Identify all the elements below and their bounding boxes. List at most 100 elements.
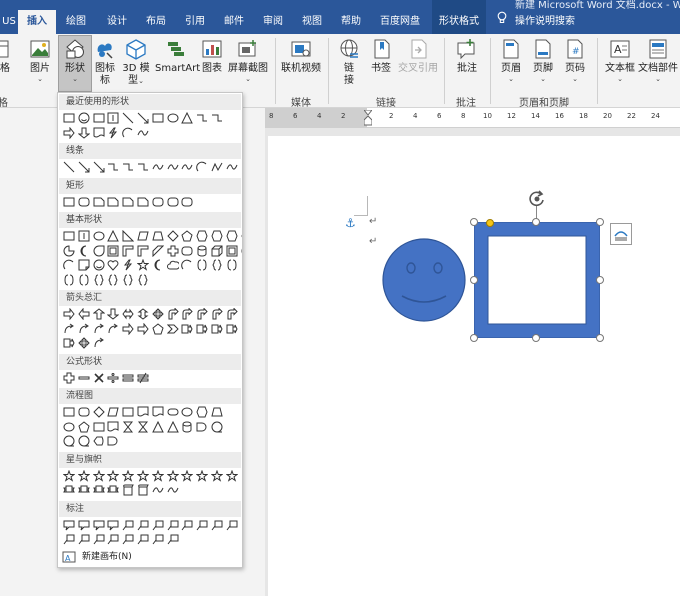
shape-line-icon[interactable] — [62, 161, 77, 173]
shape-lshape-icon[interactable] — [136, 245, 151, 257]
shape-hex-icon[interactable] — [195, 406, 210, 418]
shape-smiley-icon[interactable] — [77, 112, 92, 124]
shape-moon-icon[interactable] — [151, 259, 166, 271]
shape-arrow-r-icon[interactable] — [62, 308, 77, 320]
shapes-button[interactable]: 形状 ⌄ — [58, 35, 92, 92]
resize-handle-bottom[interactable] — [532, 334, 540, 342]
shape-callout-icon[interactable] — [62, 519, 77, 531]
shape-star-icon[interactable] — [166, 469, 181, 482]
shape-linecallout-icon[interactable] — [77, 533, 92, 545]
indent-marker[interactable] — [364, 110, 372, 126]
shape-arrow-d-icon[interactable] — [77, 127, 92, 139]
resize-handle-top-right[interactable] — [596, 218, 604, 226]
header-button[interactable]: 页眉 ⌄ — [496, 36, 526, 92]
tell-me-search[interactable]: 操作说明搜索 — [497, 10, 575, 34]
shape-linecallout-icon[interactable] — [136, 519, 151, 531]
shape-curved-icon[interactable] — [92, 323, 107, 335]
shape-linecallout-icon[interactable] — [62, 533, 77, 545]
pictures-button[interactable]: 图片 ⌄ — [23, 36, 57, 92]
shape-brace-icon[interactable] — [136, 274, 151, 286]
shape-minus-icon[interactable] — [77, 372, 92, 384]
resize-handle-top[interactable] — [532, 218, 540, 226]
shape-star-icon[interactable] — [151, 469, 166, 482]
frame-shape[interactable] — [474, 222, 600, 338]
shape-pentagon-icon[interactable] — [151, 322, 166, 335]
shape-curve-icon[interactable] — [180, 161, 195, 173]
shape-ribbon-icon[interactable] — [106, 484, 121, 496]
resize-handle-bottom-right[interactable] — [596, 334, 604, 342]
shape-bracket-icon[interactable] — [195, 259, 210, 271]
shape-linecallout-icon[interactable] — [121, 519, 136, 531]
shape-blockarc-icon[interactable] — [62, 259, 77, 271]
tab-shape-format[interactable]: 形状格式 — [432, 10, 486, 34]
shape-linecallout-icon[interactable] — [225, 519, 240, 531]
shape-smiley-icon[interactable] — [92, 259, 107, 271]
shape-linecallout-icon[interactable] — [151, 519, 166, 531]
shape-linecallout-icon[interactable] — [121, 533, 136, 545]
shape-ribbon-icon[interactable] — [92, 484, 107, 496]
shape-callout-l-icon[interactable] — [210, 323, 225, 335]
online-video-button[interactable]: 联机视频 — [281, 36, 321, 92]
shape-arrow-d-icon[interactable] — [106, 308, 121, 320]
shape-callout-d-icon[interactable] — [195, 323, 210, 335]
shape-mag-icon[interactable] — [62, 435, 77, 447]
shape-scroll-icon[interactable] — [136, 484, 151, 496]
shape-linecallout-icon[interactable] — [210, 519, 225, 531]
shape-tear-icon[interactable] — [92, 245, 107, 257]
tab-partial-us[interactable]: US — [0, 10, 18, 34]
shape-elbow-icon[interactable] — [136, 161, 151, 173]
shape-para-icon[interactable] — [106, 406, 121, 418]
shape-cloud-icon[interactable] — [166, 259, 181, 271]
shape-brace-icon[interactable] — [121, 274, 136, 286]
shape-delay-icon[interactable] — [195, 421, 210, 433]
shape-star-icon[interactable] — [180, 469, 195, 482]
horizontal-ruler[interactable]: 8 6 4 2 2 4 6 8 10 12 14 16 18 20 22 24 — [265, 108, 680, 128]
shape-plaque-icon[interactable] — [180, 245, 195, 257]
textbox-button[interactable]: A 文本框 ⌄ — [603, 36, 637, 92]
shape-rect-icon[interactable] — [92, 421, 107, 433]
document-page[interactable] — [268, 136, 680, 596]
new-canvas-item[interactable]: A 新建画布(N) — [62, 549, 132, 565]
shape-chord-icon[interactable] — [77, 245, 92, 257]
shape-cube-icon[interactable] — [210, 245, 225, 257]
shape-mult-icon[interactable] — [92, 372, 107, 384]
shape-hept-icon[interactable] — [210, 230, 225, 242]
shape-linecallout-icon[interactable] — [195, 519, 210, 531]
shape-notched-icon[interactable] — [136, 322, 151, 335]
link-button[interactable]: 链 接 — [334, 36, 364, 92]
shape-pent-icon[interactable] — [180, 230, 195, 242]
shape-snip-icon[interactable] — [106, 196, 121, 208]
bookmark-button[interactable]: 书签 — [366, 36, 396, 92]
shape-flowdoc-icon[interactable] — [92, 127, 107, 139]
shape-fold-icon[interactable] — [77, 259, 92, 271]
shape-frame-icon[interactable] — [106, 245, 121, 257]
shape-circular-icon[interactable] — [92, 337, 107, 349]
shape-oval-icon[interactable] — [62, 421, 77, 433]
shape-sun-icon[interactable] — [136, 259, 151, 271]
shape-arrow-lr-icon[interactable] — [121, 308, 136, 320]
shape-uturn-icon[interactable] — [195, 308, 210, 320]
shape-callout-u-icon[interactable] — [225, 323, 240, 335]
shape-store-icon[interactable] — [180, 421, 195, 433]
rotate-icon[interactable] — [528, 190, 546, 208]
tab-baidu-netdisk[interactable]: 百度网盘 — [370, 10, 430, 34]
shape-heart-icon[interactable] — [106, 259, 121, 271]
shape-equal-icon[interactable] — [121, 372, 136, 384]
table-button[interactable]: 格 — [0, 36, 10, 92]
shape-callout-icon[interactable] — [77, 519, 92, 531]
shape-textbox-icon[interactable] — [92, 112, 107, 124]
shape-rounded-icon[interactable] — [180, 196, 195, 208]
comment-button[interactable]: 批注 — [451, 36, 483, 92]
shape-linecallout-icon[interactable] — [166, 533, 181, 545]
shape-bracket-icon[interactable] — [77, 274, 92, 286]
shape-arc-icon[interactable] — [121, 127, 136, 139]
shape-rtri-icon[interactable] — [121, 230, 136, 242]
shape-curve-icon[interactable] — [166, 161, 181, 173]
shape-pie-icon[interactable] — [62, 244, 77, 257]
shape-pent-icon[interactable] — [77, 420, 92, 433]
tab-view[interactable]: 视图 — [292, 10, 332, 34]
shape-scroll-icon[interactable] — [121, 484, 136, 496]
shape-arrow-l-icon[interactable] — [77, 308, 92, 320]
page-number-button[interactable]: # 页码 ⌄ — [560, 36, 590, 92]
tab-insert[interactable]: 插入 — [18, 10, 56, 34]
